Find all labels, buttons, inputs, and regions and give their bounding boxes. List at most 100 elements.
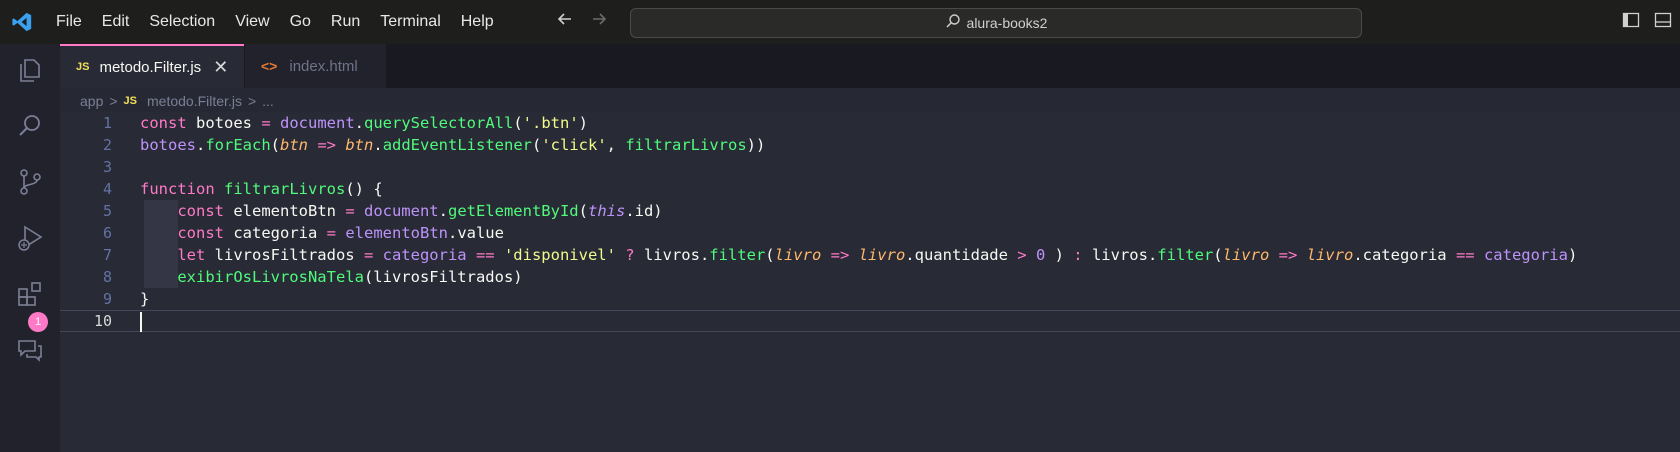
breadcrumb-file[interactable]: metodo.Filter.js (147, 93, 242, 109)
code-token: botoes (140, 136, 196, 154)
code-token: querySelectorAll (364, 114, 514, 132)
code-token: = (345, 202, 364, 220)
line-number: 7 (102, 246, 112, 264)
code-token: == (466, 246, 504, 264)
breadcrumb-folder[interactable]: app (80, 93, 103, 109)
tab-metodo-filter-js[interactable]: JS metodo.Filter.js ✕ (60, 44, 244, 88)
line-number: 6 (102, 224, 112, 242)
code-line[interactable]: 6 const categoria = elementoBtn.value (60, 222, 1680, 244)
code-line[interactable]: 3 (60, 156, 1680, 178)
code-token: const (140, 114, 196, 132)
explorer-icon[interactable] (14, 54, 46, 86)
tab-index-html[interactable]: <> index.html (245, 44, 386, 88)
code-token: .categoria (1353, 246, 1456, 264)
code-token: . (354, 114, 364, 132)
code-text: } (140, 288, 149, 310)
code-token: filtrarLivros (224, 180, 346, 198)
menu-run[interactable]: Run (321, 0, 370, 44)
menu-help[interactable]: Help (451, 0, 504, 44)
code-line[interactable]: 7 let livrosFiltrados = categoria == 'di… (60, 244, 1680, 266)
code-token: ) (578, 114, 588, 132)
code-text: const botoes = document.querySelectorAll… (140, 112, 588, 134)
code-token: categoria (233, 224, 327, 242)
search-icon (945, 13, 961, 34)
code-token: categoria (1483, 246, 1568, 264)
code-token: document (280, 114, 355, 132)
vscode-logo-icon (2, 0, 42, 44)
menu-bar: File Edit Selection View Go Run Terminal… (46, 0, 504, 44)
toggle-sidebar-icon[interactable] (1622, 11, 1640, 34)
code-token: addEventListener (382, 136, 532, 154)
menu-go[interactable]: Go (280, 0, 321, 44)
menu-selection[interactable]: Selection (139, 0, 225, 44)
extensions-icon[interactable] (14, 278, 46, 310)
code-line[interactable]: 9} (60, 288, 1680, 310)
source-control-icon[interactable] (14, 166, 46, 198)
code-token: botoes (196, 114, 262, 132)
code-token: elementoBtn (345, 224, 448, 242)
code-line[interactable]: 5 const elementoBtn = document.getElemen… (60, 200, 1680, 222)
tab-label: index.html (289, 57, 358, 75)
forward-arrow-icon[interactable] (590, 0, 608, 44)
code-token: filter (1157, 246, 1214, 264)
code-token: = (363, 246, 383, 264)
title-bar: File Edit Selection View Go Run Terminal… (0, 0, 1680, 44)
code-token: function (140, 180, 224, 198)
code-token: getElementById (447, 202, 579, 220)
code-token: => (308, 136, 346, 154)
code-token: () { (345, 180, 383, 198)
menu-terminal[interactable]: Terminal (370, 0, 450, 44)
code-line[interactable]: 1 const botoes = document.querySelectorAl… (60, 112, 1680, 134)
javascript-file-icon: JS (123, 95, 138, 107)
menu-view[interactable]: View (225, 0, 279, 44)
code-token: livro (1306, 246, 1354, 264)
code-token: .value (447, 224, 504, 242)
code-token: ( (270, 136, 281, 154)
code-token: ( (765, 246, 775, 264)
chevron-right-icon: > (247, 93, 257, 109)
line-number: 8 (102, 268, 112, 286)
line-number: 5 (102, 202, 112, 220)
code-token: = (326, 224, 346, 242)
command-center-text: alura-books2 (966, 15, 1048, 31)
chat-icon[interactable] (14, 334, 46, 366)
code-token: filter (709, 246, 766, 264)
code-line[interactable]: 10 (60, 310, 1680, 332)
code-token: . (196, 136, 206, 154)
code-line[interactable]: 4 function filtrarLivros() { (60, 178, 1680, 200)
code-token: (livrosFiltrados) (363, 268, 523, 286)
menu-edit[interactable]: Edit (92, 0, 140, 44)
code-token: 'click' (541, 136, 607, 154)
code-token: livro (1222, 246, 1270, 264)
run-debug-icon[interactable] (14, 222, 46, 254)
code-token: elementoBtn (233, 202, 346, 220)
line-number: 4 (102, 180, 112, 198)
code-token: . (438, 202, 448, 220)
close-icon[interactable]: ✕ (213, 57, 228, 78)
code-token: ( (513, 114, 523, 132)
code-text: exibirOsLivrosNaTela(livrosFiltrados) (140, 266, 523, 288)
search-sidebar-icon[interactable] (14, 110, 46, 142)
code-line[interactable]: 2 botoes.forEach(btn => btn.addEventListe… (60, 134, 1680, 156)
code-text: const elementoBtn = document.getElementB… (140, 200, 662, 222)
code-editor[interactable]: 1 const botoes = document.querySelectorAl… (60, 112, 1680, 452)
command-center-search[interactable]: alura-books2 (630, 8, 1362, 38)
chevron-right-icon: > (109, 93, 118, 109)
html-file-icon: <> (261, 58, 278, 74)
code-token: livros. (643, 246, 710, 264)
code-token: : (1073, 246, 1092, 264)
code-token: let (177, 246, 215, 264)
toggle-panel-icon[interactable] (1654, 11, 1672, 34)
code-token: ) (1045, 246, 1074, 264)
code-token: document (363, 202, 439, 220)
code-token: exibirOsLivrosNaTela (177, 268, 364, 286)
menu-file[interactable]: File (46, 0, 92, 44)
line-number: 3 (102, 158, 112, 176)
code-line[interactable]: 8 exibirOsLivrosNaTela(livrosFiltrados) (60, 266, 1680, 288)
code-token: )) (746, 136, 766, 154)
back-arrow-icon[interactable] (556, 0, 574, 44)
extensions-badge: 1 (28, 312, 48, 332)
breadcrumb-symbol[interactable]: ... (262, 93, 274, 109)
